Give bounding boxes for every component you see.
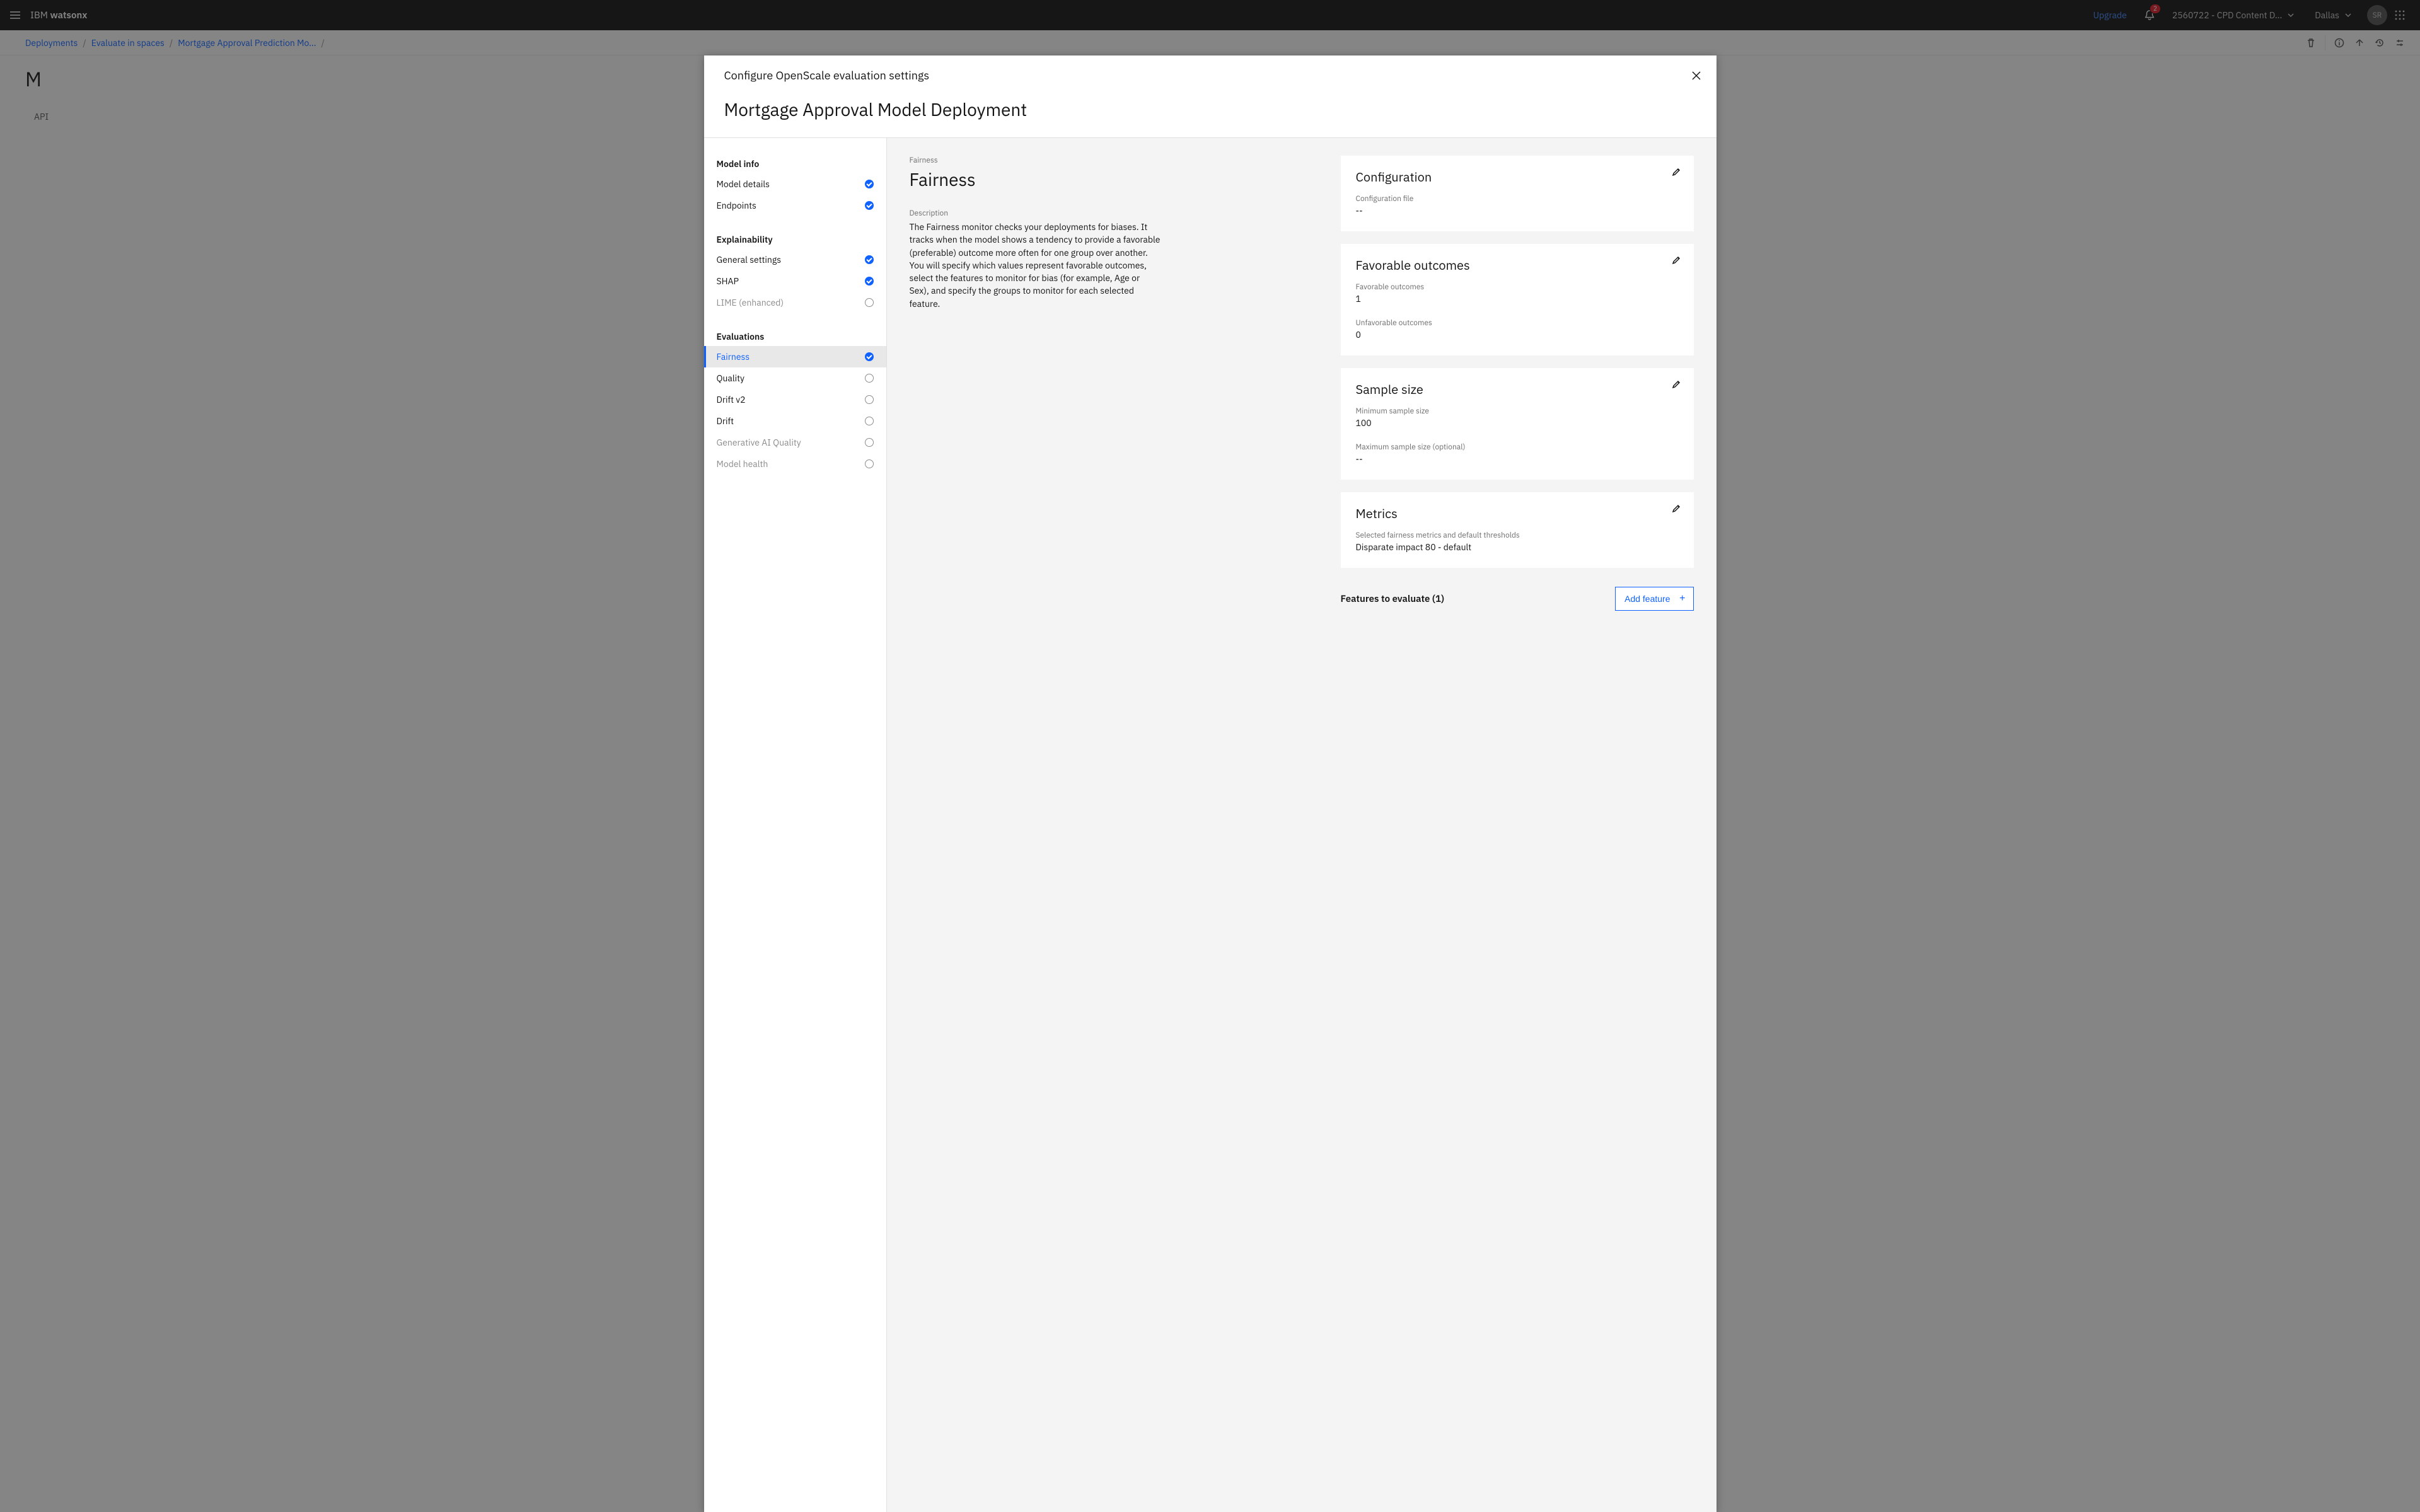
config-content: Fairness Fairness Description The Fairne… (887, 138, 1717, 1512)
modal-subtitle: Mortgage Approval Model Deployment (724, 98, 1696, 121)
unfavorable-value: 0 (1356, 329, 1679, 340)
card-title: Configuration (1356, 168, 1679, 185)
max-sample-value: -- (1356, 453, 1679, 465)
sidebar-item[interactable]: Endpoints (704, 195, 886, 216)
status-complete-icon (865, 352, 874, 361)
sidebar-item-label: Endpoints (717, 200, 756, 211)
sidebar-item-label: SHAP (717, 275, 739, 287)
status-incomplete-icon (865, 459, 874, 468)
status-incomplete-icon (865, 395, 874, 404)
sidebar-group-title: Model info (704, 152, 886, 173)
features-title: Features to evaluate (1) (1341, 593, 1445, 605)
sidebar-item[interactable]: SHAP (704, 270, 886, 292)
config-file-label: Configuration file (1356, 194, 1679, 204)
min-sample-label: Minimum sample size (1356, 407, 1679, 416)
close-button[interactable] (1684, 63, 1709, 88)
favorable-outcomes-card: Favorable outcomes Favorable outcomes 1 … (1341, 244, 1694, 355)
edit-button[interactable] (1671, 255, 1681, 265)
max-sample-label: Maximum sample size (optional) (1356, 442, 1679, 452)
status-complete-icon (865, 255, 874, 264)
config-cards: Configuration Configuration file -- Favo… (1341, 156, 1694, 1494)
sidebar-item-label: Model health (717, 458, 768, 470)
card-title: Metrics (1356, 505, 1679, 522)
edit-icon (1671, 255, 1681, 265)
sidebar-item-label: LIME (enhanced) (717, 297, 784, 308)
features-row: Features to evaluate (1) Add feature (1341, 583, 1694, 611)
description-text: The Fairness monitor checks your deploym… (910, 221, 1162, 310)
sidebar-item[interactable]: Model health (704, 453, 886, 475)
edit-icon (1671, 167, 1681, 177)
card-title: Sample size (1356, 381, 1679, 398)
sidebar-item[interactable]: Drift v2 (704, 389, 886, 410)
close-icon (1691, 70, 1702, 81)
edit-button[interactable] (1671, 379, 1681, 390)
sidebar-item-label: Generative AI Quality (717, 437, 801, 448)
sidebar-item[interactable]: General settings (704, 249, 886, 270)
edit-button[interactable] (1671, 167, 1681, 177)
status-incomplete-icon (865, 298, 874, 307)
sidebar-item-label: Drift v2 (717, 394, 746, 405)
edit-button[interactable] (1671, 504, 1681, 514)
unfavorable-label: Unfavorable outcomes (1356, 318, 1679, 328)
sidebar-item[interactable]: Drift (704, 410, 886, 432)
sidebar-item[interactable]: Model details (704, 173, 886, 195)
status-complete-icon (865, 277, 874, 286)
sidebar-item-label: Quality (717, 372, 745, 384)
metrics-selected-label: Selected fairness metrics and default th… (1356, 531, 1679, 540)
favorable-label: Favorable outcomes (1356, 282, 1679, 292)
status-complete-icon (865, 201, 874, 210)
modal-overlay: Configure OpenScale evaluation settings … (0, 0, 2420, 1512)
modal-title: Configure OpenScale evaluation settings (724, 68, 1696, 83)
openscale-config-modal: Configure OpenScale evaluation settings … (704, 55, 1717, 1512)
favorable-value: 1 (1356, 293, 1679, 304)
sidebar-group-title: Evaluations (704, 325, 886, 346)
sidebar-group-title: Explainability (704, 228, 886, 249)
config-file-value: -- (1356, 205, 1679, 216)
sidebar-item-label: Model details (717, 178, 770, 190)
edit-icon (1671, 379, 1681, 390)
config-sidebar: Model info Model details Endpoints Explaina… (704, 138, 887, 1512)
status-incomplete-icon (865, 417, 874, 425)
status-incomplete-icon (865, 438, 874, 447)
configuration-card: Configuration Configuration file -- (1341, 156, 1694, 231)
card-title: Favorable outcomes (1356, 257, 1679, 274)
sidebar-item-label: Drift (717, 415, 734, 427)
section-eyebrow: Fairness (910, 156, 1162, 165)
section-heading: Fairness (910, 168, 1162, 191)
sidebar-item[interactable]: LIME (enhanced) (704, 292, 886, 313)
add-feature-button[interactable]: Add feature (1615, 587, 1693, 611)
sample-size-card: Sample size Minimum sample size 100 Maxi… (1341, 368, 1694, 480)
description-column: Fairness Fairness Description The Fairne… (910, 156, 1162, 1494)
description-label: Description (910, 209, 1162, 218)
sidebar-item-label: General settings (717, 254, 782, 265)
status-incomplete-icon (865, 374, 874, 383)
min-sample-value: 100 (1356, 417, 1679, 429)
sidebar-item-label: Fairness (717, 351, 750, 362)
sidebar-item[interactable]: Quality (704, 367, 886, 389)
status-complete-icon (865, 180, 874, 188)
sidebar-item[interactable]: Fairness (704, 346, 886, 367)
edit-icon (1671, 504, 1681, 514)
metrics-selected-value: Disparate impact 80 - default (1356, 541, 1679, 553)
sidebar-item[interactable]: Generative AI Quality (704, 432, 886, 453)
metrics-card: Metrics Selected fairness metrics and de… (1341, 492, 1694, 568)
